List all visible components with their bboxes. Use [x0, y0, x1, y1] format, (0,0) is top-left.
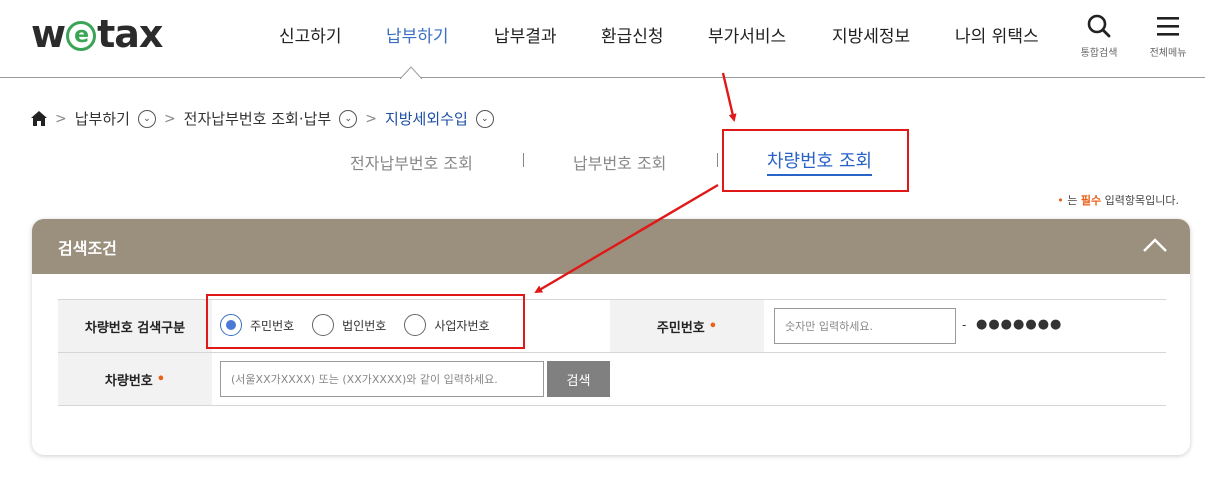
radio-resident-number[interactable]: 주민번호	[220, 314, 294, 336]
required-note-post: 입력항목입니다.	[1101, 194, 1179, 207]
logo-w: w	[31, 12, 66, 56]
nav-item-payment[interactable]: 납부하기	[386, 22, 449, 47]
required-fields-note: • 는 필수 입력항목입니다.	[1057, 192, 1179, 208]
breadcrumb: > 납부하기 ⌄ > 전자납부번호 조회·납부 ⌄ > 지방세외수입 ⌄	[31, 108, 494, 129]
search-form-row: 차량번호 • (서울XX가XXXX) 또는 (XX가XXXX)와 같이 입력하세요…	[58, 353, 1166, 406]
home-icon[interactable]	[31, 111, 47, 126]
nav-item-local-tax-info[interactable]: 지방세정보	[832, 22, 910, 47]
hamburger-menu-icon	[1157, 17, 1179, 36]
nav-item-my-wetax[interactable]: 나의 위택스	[955, 22, 1039, 47]
breadcrumb-item-electronic-payment[interactable]: 전자납부번호 조회·납부	[184, 108, 332, 129]
required-note-pre: 는	[1063, 194, 1081, 207]
vehicle-number-label-text: 차량번호	[104, 373, 153, 389]
logo-tax: tax	[97, 12, 163, 56]
required-dot: •	[708, 318, 718, 334]
resident-number-label-text: 주민번호	[656, 320, 705, 336]
radio-business-number[interactable]: 사업자번호	[404, 314, 490, 336]
tab-payment-number[interactable]: 납부번호 조회	[573, 150, 666, 174]
required-word: 필수	[1080, 194, 1102, 207]
chevron-down-icon[interactable]: ⌄	[475, 109, 494, 128]
radio-corporate-number[interactable]: 법인번호	[312, 314, 386, 336]
vehicle-number-input[interactable]: (서울XX가XXXX) 또는 (XX가XXXX)와 같이 입력하세요.	[220, 361, 544, 397]
radio-unchecked-icon	[404, 314, 427, 336]
breadcrumb-item-payment[interactable]: 납부하기	[75, 108, 130, 129]
search-tool[interactable]: 통합검색	[1075, 14, 1123, 59]
search-icon	[1087, 14, 1111, 38]
logo-e: e	[66, 21, 97, 51]
nav-item-payment-result[interactable]: 납부결과	[494, 22, 557, 47]
search-type-label: 차량번호 검색구분	[58, 300, 212, 352]
search-type-radio-group: 주민번호 법인번호 사업자번호	[220, 314, 508, 336]
full-menu-label: 전체메뉴	[1149, 48, 1187, 59]
wetax-logo[interactable]: w e tax	[31, 12, 163, 56]
tab-divider	[523, 153, 524, 167]
search-form-table: 차량번호 검색구분 주민번호 법인번호 사업자번호 주민번호 • 숫자만 입력하…	[58, 299, 1166, 406]
panel-header: 검색조건	[32, 219, 1190, 274]
breadcrumb-separator-icon: >	[55, 110, 67, 127]
search-button[interactable]: 검색	[547, 361, 610, 397]
search-type-label-text: 차량번호 검색구분	[84, 320, 186, 336]
radio-label: 법인번호	[342, 318, 387, 333]
panel-title: 검색조건	[58, 239, 117, 258]
breadcrumb-separator-icon: >	[163, 110, 176, 127]
tab-vehicle-number[interactable]: 차량번호 조회	[767, 147, 873, 176]
annotation-arrow-down	[721, 72, 737, 122]
chevron-down-icon[interactable]: ⌄	[137, 109, 156, 128]
nav-item-report[interactable]: 신고하기	[279, 22, 342, 47]
breadcrumb-item-non-tax-revenue[interactable]: 지방세외수입	[385, 108, 468, 129]
resident-number-dash: -	[962, 318, 967, 332]
active-nav-caret-icon	[400, 66, 422, 79]
chevron-down-icon[interactable]: ⌄	[339, 109, 358, 128]
radio-label: 사업자번호	[434, 318, 490, 333]
nav-item-refund[interactable]: 환급신청	[601, 22, 664, 47]
search-form-row: 차량번호 검색구분 주민번호 법인번호 사업자번호 주민번호 • 숫자만 입력하…	[58, 300, 1166, 353]
radio-label: 주민번호	[250, 318, 295, 333]
resident-number-masked: ●●●●●●●	[976, 317, 1063, 332]
required-dot: •	[156, 371, 166, 387]
nav-item-extra-services[interactable]: 부가서비스	[708, 22, 786, 47]
search-tool-label: 통합검색	[1080, 48, 1118, 59]
chevron-up-icon[interactable]	[1142, 235, 1168, 255]
radio-unchecked-icon	[312, 314, 335, 336]
tab-electronic-payment-number[interactable]: 전자납부번호 조회	[350, 150, 473, 174]
resident-number-label: 주민번호 •	[610, 300, 764, 352]
vehicle-number-label: 차량번호 •	[58, 353, 212, 405]
tab-divider	[717, 153, 718, 167]
radio-checked-icon	[220, 314, 242, 336]
resident-number-input[interactable]: 숫자만 입력하세요.	[774, 308, 956, 344]
breadcrumb-separator-icon: >	[365, 110, 377, 127]
search-condition-panel: 검색조건 차량번호 검색구분 주민번호 법인번호 사업자번호 주민번호 • 숫자…	[32, 219, 1190, 455]
full-menu-tool[interactable]: 전체메뉴	[1144, 14, 1192, 59]
site-header: w e tax 신고하기 납부하기 납부결과 환급신청 부가서비스 지방세정보 나의…	[0, 0, 1205, 79]
